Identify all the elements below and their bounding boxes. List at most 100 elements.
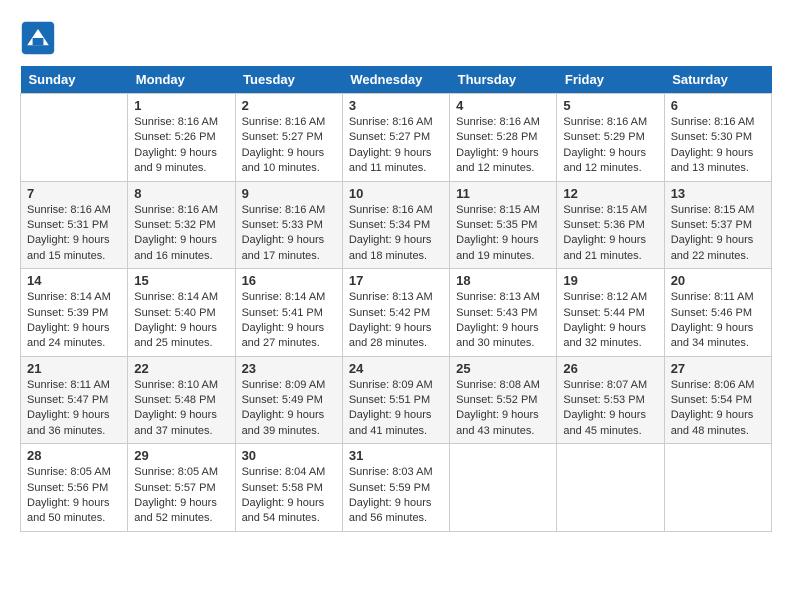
logo — [20, 20, 60, 56]
day-info: Sunrise: 8:16 AM Sunset: 5:30 PM Dayligh… — [671, 116, 755, 174]
day-info: Sunrise: 8:09 AM Sunset: 5:49 PM Dayligh… — [242, 379, 326, 437]
day-info: Sunrise: 8:13 AM Sunset: 5:43 PM Dayligh… — [456, 291, 540, 349]
calendar-cell: 9Sunrise: 8:16 AM Sunset: 5:33 PM Daylig… — [235, 181, 342, 269]
calendar-cell: 13 Sunrise: 8:15 AM Sunset: 5:37 PM Dayli… — [664, 181, 771, 269]
week-row-4: 21 Sunrise: 8:11 AM Sunset: 5:47 PM Dayli… — [21, 356, 772, 444]
day-number: 27 — [671, 361, 765, 376]
day-info: Sunrise: 8:16 AM Sunset: 5:26 PM Dayligh… — [134, 116, 218, 174]
day-number: 7 — [27, 186, 121, 201]
calendar-cell: 22 Sunrise: 8:10 AM Sunset: 5:48 PM Dayli… — [128, 356, 235, 444]
calendar-cell: 29Sunrise: 8:05 AM Sunset: 5:57 PM Dayli… — [128, 444, 235, 532]
day-number: 3 — [349, 98, 443, 113]
calendar-cell: 17Sunrise: 8:13 AM Sunset: 5:42 PM Dayli… — [342, 269, 449, 357]
day-info: Sunrise: 8:16 AM Sunset: 5:34 PM Dayligh… — [349, 204, 433, 262]
day-number: 28 — [27, 448, 121, 463]
calendar-cell: 6 Sunrise: 8:16 AM Sunset: 5:30 PM Daylig… — [664, 94, 771, 182]
day-number: 8 — [134, 186, 228, 201]
calendar-cell: 3Sunrise: 8:16 AM Sunset: 5:27 PM Daylig… — [342, 94, 449, 182]
day-info: Sunrise: 8:04 AM Sunset: 5:58 PM Dayligh… — [242, 466, 326, 524]
day-info: Sunrise: 8:14 AM Sunset: 5:41 PM Dayligh… — [242, 291, 326, 349]
day-info: Sunrise: 8:10 AM Sunset: 5:48 PM Dayligh… — [134, 379, 218, 437]
calendar-cell: 18 Sunrise: 8:13 AM Sunset: 5:43 PM Dayli… — [450, 269, 557, 357]
day-info: Sunrise: 8:05 AM Sunset: 5:56 PM Dayligh… — [27, 466, 111, 524]
calendar-cell: 8 Sunrise: 8:16 AM Sunset: 5:32 PM Daylig… — [128, 181, 235, 269]
day-info: Sunrise: 8:06 AM Sunset: 5:54 PM Dayligh… — [671, 379, 755, 437]
day-header-wednesday: Wednesday — [342, 66, 449, 94]
week-row-3: 14Sunrise: 8:14 AM Sunset: 5:39 PM Dayli… — [21, 269, 772, 357]
day-info: Sunrise: 8:08 AM Sunset: 5:52 PM Dayligh… — [456, 379, 540, 437]
day-number: 6 — [671, 98, 765, 113]
day-info: Sunrise: 8:15 AM Sunset: 5:36 PM Dayligh… — [563, 204, 647, 262]
day-info: Sunrise: 8:16 AM Sunset: 5:28 PM Dayligh… — [456, 116, 540, 174]
day-number: 5 — [563, 98, 657, 113]
calendar-cell: 15 Sunrise: 8:14 AM Sunset: 5:40 PM Dayli… — [128, 269, 235, 357]
day-number: 26 — [563, 361, 657, 376]
calendar-cell: 25 Sunrise: 8:08 AM Sunset: 5:52 PM Dayli… — [450, 356, 557, 444]
day-info: Sunrise: 8:12 AM Sunset: 5:44 PM Dayligh… — [563, 291, 647, 349]
day-info: Sunrise: 8:16 AM Sunset: 5:31 PM Dayligh… — [27, 204, 111, 262]
day-info: Sunrise: 8:11 AM Sunset: 5:47 PM Dayligh… — [27, 379, 110, 437]
day-number: 20 — [671, 273, 765, 288]
day-number: 9 — [242, 186, 336, 201]
week-row-5: 28 Sunrise: 8:05 AM Sunset: 5:56 PM Dayli… — [21, 444, 772, 532]
calendar-cell: 2Sunrise: 8:16 AM Sunset: 5:27 PM Daylig… — [235, 94, 342, 182]
calendar-cell: 23 Sunrise: 8:09 AM Sunset: 5:49 PM Dayli… — [235, 356, 342, 444]
day-number: 15 — [134, 273, 228, 288]
day-number: 12 — [563, 186, 657, 201]
calendar-cell: 12 Sunrise: 8:15 AM Sunset: 5:36 PM Dayli… — [557, 181, 664, 269]
calendar-cell — [664, 444, 771, 532]
day-info: Sunrise: 8:14 AM Sunset: 5:39 PM Dayligh… — [27, 291, 111, 349]
day-number: 24 — [349, 361, 443, 376]
day-number: 18 — [456, 273, 550, 288]
calendar-cell: 19Sunrise: 8:12 AM Sunset: 5:44 PM Dayli… — [557, 269, 664, 357]
day-number: 31 — [349, 448, 443, 463]
calendar-cell — [450, 444, 557, 532]
day-info: Sunrise: 8:15 AM Sunset: 5:37 PM Dayligh… — [671, 204, 755, 262]
day-number: 22 — [134, 361, 228, 376]
days-header-row: SundayMondayTuesdayWednesdayThursdayFrid… — [21, 66, 772, 94]
calendar-cell: 4Sunrise: 8:16 AM Sunset: 5:28 PM Daylig… — [450, 94, 557, 182]
day-number: 16 — [242, 273, 336, 288]
calendar-cell: 20 Sunrise: 8:11 AM Sunset: 5:46 PM Dayli… — [664, 269, 771, 357]
day-info: Sunrise: 8:15 AM Sunset: 5:35 PM Dayligh… — [456, 204, 540, 262]
day-header-sunday: Sunday — [21, 66, 128, 94]
day-number: 23 — [242, 361, 336, 376]
day-header-saturday: Saturday — [664, 66, 771, 94]
calendar-cell: 7 Sunrise: 8:16 AM Sunset: 5:31 PM Daylig… — [21, 181, 128, 269]
day-number: 1 — [134, 98, 228, 113]
page-header — [20, 20, 772, 56]
calendar-cell — [21, 94, 128, 182]
calendar-cell: 27 Sunrise: 8:06 AM Sunset: 5:54 PM Dayli… — [664, 356, 771, 444]
calendar-cell: 24 Sunrise: 8:09 AM Sunset: 5:51 PM Dayli… — [342, 356, 449, 444]
day-info: Sunrise: 8:07 AM Sunset: 5:53 PM Dayligh… — [563, 379, 647, 437]
calendar-cell: 30 Sunrise: 8:04 AM Sunset: 5:58 PM Dayli… — [235, 444, 342, 532]
day-number: 11 — [456, 186, 550, 201]
calendar-cell: 5Sunrise: 8:16 AM Sunset: 5:29 PM Daylig… — [557, 94, 664, 182]
calendar-cell: 16 Sunrise: 8:14 AM Sunset: 5:41 PM Dayli… — [235, 269, 342, 357]
calendar-cell: 11 Sunrise: 8:15 AM Sunset: 5:35 PM Dayli… — [450, 181, 557, 269]
day-info: Sunrise: 8:09 AM Sunset: 5:51 PM Dayligh… — [349, 379, 433, 437]
day-info: Sunrise: 8:14 AM Sunset: 5:40 PM Dayligh… — [134, 291, 218, 349]
calendar-table: SundayMondayTuesdayWednesdayThursdayFrid… — [20, 66, 772, 532]
logo-icon — [20, 20, 56, 56]
day-number: 13 — [671, 186, 765, 201]
calendar-cell: 28 Sunrise: 8:05 AM Sunset: 5:56 PM Dayli… — [21, 444, 128, 532]
calendar-cell: 26 Sunrise: 8:07 AM Sunset: 5:53 PM Dayli… — [557, 356, 664, 444]
day-number: 25 — [456, 361, 550, 376]
day-header-thursday: Thursday — [450, 66, 557, 94]
day-number: 10 — [349, 186, 443, 201]
day-info: Sunrise: 8:03 AM Sunset: 5:59 PM Dayligh… — [349, 466, 433, 524]
day-info: Sunrise: 8:05 AM Sunset: 5:57 PM Dayligh… — [134, 466, 218, 524]
day-number: 21 — [27, 361, 121, 376]
day-info: Sunrise: 8:11 AM Sunset: 5:46 PM Dayligh… — [671, 291, 754, 349]
calendar-cell: 1 Sunrise: 8:16 AM Sunset: 5:26 PM Daylig… — [128, 94, 235, 182]
day-info: Sunrise: 8:13 AM Sunset: 5:42 PM Dayligh… — [349, 291, 433, 349]
day-info: Sunrise: 8:16 AM Sunset: 5:32 PM Dayligh… — [134, 204, 218, 262]
calendar-cell: 10 Sunrise: 8:16 AM Sunset: 5:34 PM Dayli… — [342, 181, 449, 269]
calendar-cell: 14Sunrise: 8:14 AM Sunset: 5:39 PM Dayli… — [21, 269, 128, 357]
calendar-cell — [557, 444, 664, 532]
day-number: 30 — [242, 448, 336, 463]
day-info: Sunrise: 8:16 AM Sunset: 5:27 PM Dayligh… — [242, 116, 326, 174]
day-header-friday: Friday — [557, 66, 664, 94]
calendar-cell: 21 Sunrise: 8:11 AM Sunset: 5:47 PM Dayli… — [21, 356, 128, 444]
